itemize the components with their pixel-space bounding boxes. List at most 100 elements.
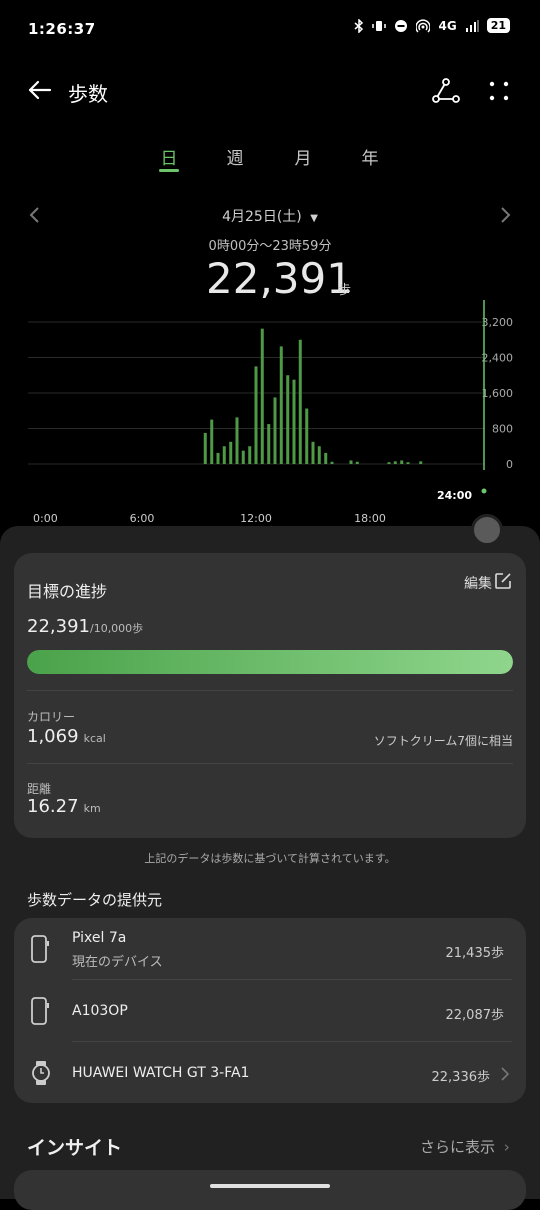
chart-bar	[387, 462, 391, 464]
source-count: 22,336歩	[431, 1070, 491, 1085]
back-arrow-icon[interactable]	[26, 76, 54, 104]
chart-bar	[406, 462, 410, 464]
chart-bar	[298, 339, 302, 464]
edit-icon[interactable]	[494, 572, 512, 590]
x-tick-label: 12:00	[240, 512, 272, 525]
watch-icon	[32, 1061, 50, 1085]
chart-bar	[279, 346, 283, 464]
source-name: A103OP	[72, 1003, 128, 1019]
y-tick-label: 3,200	[482, 316, 514, 329]
distance-unit: km	[83, 802, 101, 815]
y-tick-label: 1,600	[482, 387, 514, 400]
chart-bar	[273, 397, 277, 464]
home-indicator[interactable]	[210, 1184, 330, 1188]
bluetooth-icon	[354, 18, 364, 33]
y-tick-label: 800	[492, 423, 513, 436]
calorie-unit: kcal	[83, 732, 106, 745]
x-tick-label: 24:00	[437, 489, 472, 502]
dnd-icon	[395, 19, 408, 32]
chart-bar	[267, 424, 271, 464]
divider	[27, 690, 513, 691]
goal-progress-fill	[27, 650, 513, 674]
chevron-right-icon	[501, 1067, 510, 1081]
distance-label: 距離	[27, 782, 52, 796]
chart-bar	[292, 379, 296, 464]
tab-week[interactable]: 週	[215, 144, 255, 169]
total-steps: 22,391	[206, 254, 353, 303]
chart-bar	[317, 446, 321, 464]
status-time: 1:26:37	[28, 20, 96, 38]
insight-card[interactable]	[14, 1170, 526, 1210]
source-name: HUAWEI WATCH GT 3-FA1	[72, 1065, 250, 1081]
chart-bar	[305, 408, 309, 464]
vibrate-icon	[372, 20, 387, 31]
battery-level: 21	[486, 18, 510, 33]
signal-icon	[465, 19, 479, 32]
edit-button[interactable]: 編集	[464, 573, 492, 593]
steps-unit: 歩	[338, 283, 352, 298]
source-count: 21,435歩	[445, 946, 505, 961]
tab-indicator	[159, 169, 179, 172]
chart-bar	[210, 419, 214, 464]
chart-bar	[222, 446, 226, 464]
divider	[27, 763, 513, 764]
chart-bar	[393, 461, 397, 464]
chart-bar	[355, 461, 359, 464]
distance-value: 16.27	[27, 796, 79, 817]
phone-icon	[31, 935, 49, 963]
goal-current: 22,391	[27, 616, 90, 637]
x-tick-label: 6:00	[130, 512, 155, 525]
chart-bar	[203, 432, 207, 464]
distance-value-row: 16.27 km	[27, 796, 101, 817]
dropdown-caret-icon: ▼	[310, 213, 318, 224]
chart-bar	[311, 441, 315, 464]
share-icon[interactable]	[432, 78, 460, 104]
page-title: 歩数	[68, 82, 108, 106]
goal-value: 22,391/10,000歩	[27, 616, 143, 637]
steps-chart[interactable]: 3,200 2,400 1,600 800 0 0:00 6:00 12:00 18:00 24:…	[0, 300, 540, 530]
chart-bar	[254, 366, 258, 464]
y-tick-label: 2,400	[482, 352, 514, 365]
insight-title: インサイト	[27, 1137, 123, 1159]
chart-bar	[241, 450, 245, 464]
tab-month[interactable]: 月	[283, 144, 323, 169]
chart-bar	[216, 452, 220, 464]
chart-bar	[235, 417, 239, 464]
goal-progress-bar	[27, 650, 513, 674]
chart-bar	[248, 446, 252, 464]
more-options-icon[interactable]	[488, 80, 510, 102]
calorie-equivalent: ソフトクリーム7個に相当	[373, 734, 513, 748]
chart-bar	[349, 460, 353, 464]
x-tick-label: 0:00	[33, 512, 58, 525]
tab-day[interactable]: 日	[149, 144, 189, 169]
source-count: 22,087歩	[445, 1008, 505, 1023]
chart-bar	[286, 375, 290, 464]
calorie-value-row: 1,069 kcal	[27, 726, 106, 747]
date-selector[interactable]: 4月25日(土) ▼	[0, 206, 540, 226]
chart-bar	[229, 441, 233, 464]
source-name: Pixel 7a	[72, 930, 127, 946]
date-label: 4月25日(土)	[222, 209, 302, 225]
chart-bar	[260, 328, 264, 464]
chart-bar	[324, 452, 328, 464]
tab-year[interactable]: 年	[350, 144, 390, 169]
chart-bar	[330, 461, 334, 464]
phone-icon	[31, 997, 49, 1025]
hotspot-icon	[416, 18, 431, 33]
chart-bar	[419, 461, 423, 464]
calorie-label: カロリー	[27, 710, 76, 724]
chevron-right-icon: ›	[503, 1138, 510, 1156]
chart-scrubber-handle[interactable]	[471, 514, 503, 546]
time-range: 0時00分〜23時59分	[208, 239, 332, 254]
x-tick-label: 18:00	[354, 512, 386, 525]
footnote: 上記のデータは歩数に基づいて計算されています。	[144, 852, 396, 865]
network-label: 4G	[438, 18, 457, 33]
calorie-value: 1,069	[27, 726, 79, 747]
insight-more-link[interactable]: さらに表示 ›	[420, 1136, 510, 1157]
y-tick-label: 0	[506, 458, 513, 471]
chart-cursor-dot	[481, 488, 487, 494]
goal-target: /10,000歩	[89, 622, 144, 635]
source-sub: 現在のデバイス	[72, 955, 163, 970]
sources-title: 歩数データの提供元	[27, 891, 163, 909]
insight-more-label: さらに表示	[420, 1138, 496, 1156]
